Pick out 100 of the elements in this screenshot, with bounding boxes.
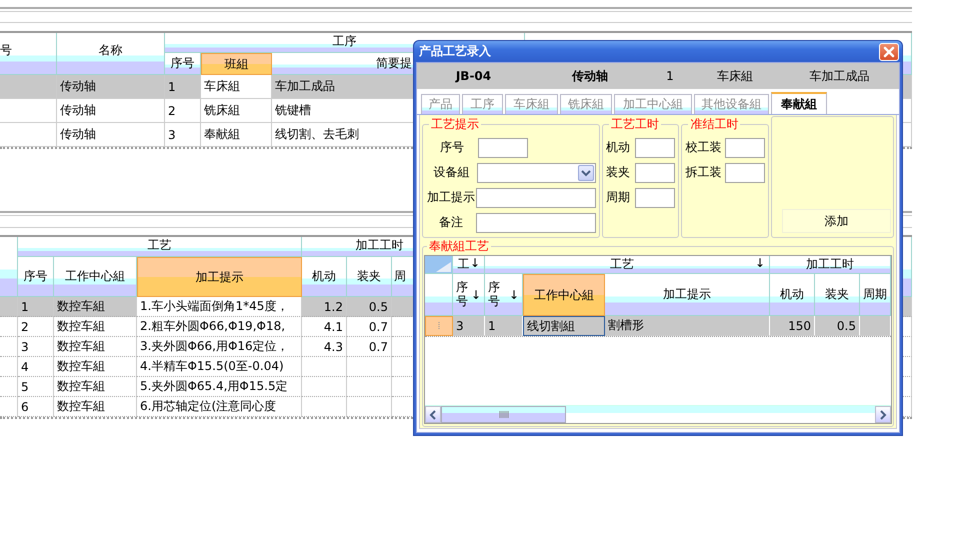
column-group-header[interactable]: 加工工时 [770,256,891,274]
column-group-header[interactable]: 工艺 ↓ [485,256,770,274]
column-header[interactable]: 序号 [165,53,201,75]
column-group-header: 工艺 [18,237,302,257]
field-label: 拆工装 [685,164,722,181]
table-cell: 1.车小头端面倒角1*45度， [137,297,302,317]
select-all-corner[interactable] [425,256,453,274]
table-cell: 数控车組 [54,297,137,317]
table-cell: 6 [18,397,54,417]
tab[interactable]: 奉献組 [771,92,827,114]
info-text: 车加工成品 [808,68,870,84]
column-header[interactable]: 装夹 [347,257,392,297]
sort-arrow[interactable]: ↓ [754,256,765,270]
table-cell: 150 [770,316,815,336]
table-cell: 1 [18,297,54,317]
chevron-right-icon [879,410,887,420]
input-field[interactable] [635,188,676,208]
table-cell: 数控车組 [54,317,137,337]
column-header[interactable] [425,274,453,316]
scroll-thumb[interactable] [441,406,566,423]
input-field[interactable] [478,138,528,158]
table-cell: 铣床組 [201,99,272,123]
input-field[interactable] [724,162,765,182]
table-cell: 数控车組 [54,397,137,417]
column-header[interactable]: 班組 [201,53,272,75]
grip-icon [498,411,508,418]
table-cell: 4.1 [302,317,347,337]
table-cell: 3 [165,123,201,147]
table-cell: 数控车組 [54,377,137,397]
input-field[interactable] [476,212,596,232]
input-field[interactable] [635,162,676,182]
table-cell: 3 [18,337,54,357]
table-cell: 4 [18,357,54,377]
table-cell: 2.粗车外圆Φ66,Φ19,Φ18, [137,317,302,337]
field-label: 装夹 [606,164,631,181]
dropdown-field[interactable] [477,162,596,182]
column-header[interactable]: 加工提示 [137,257,302,297]
table-cell: 3.夹外圆Φ66,用Φ16定位， [137,337,302,357]
info-text: 车床組 [716,68,754,84]
sort-arrow[interactable]: ↓ [470,288,481,302]
table-cell: 5.夹外圆Φ65.4,用Φ15.5定 [137,377,302,397]
field-label: 加工提示 [426,189,476,206]
sort-arrow[interactable]: ↓ [470,256,480,270]
column-header[interactable]: 号 [0,33,57,75]
horizontal-scrollbar[interactable] [425,405,891,423]
chevron-down-icon [580,168,591,176]
column-header[interactable]: 工作中心組 [54,257,137,297]
info-text: 1 [665,69,675,83]
table-cell: 0.5 [347,297,392,317]
table-cell: 数控车組 [54,357,137,377]
table-cell: 4.半精车Φ15.5(0至-0.04) [137,357,302,377]
group-title: 工艺工时 [610,116,660,133]
column-header[interactable]: 机动 [770,274,815,316]
column-header[interactable]: 工作中心組 [523,274,605,316]
close-button[interactable] [879,42,899,60]
sort-arrow[interactable]: ↓ [508,288,519,302]
table-cell [302,357,347,377]
add-button[interactable]: 添加 [782,209,891,233]
table-cell: 割槽形 [605,316,770,336]
scroll-right-button[interactable] [875,406,891,423]
column-header[interactable]: 周期 [860,274,891,316]
table-cell: 传动轴 [57,75,165,99]
table-cell: 6.用芯轴定位(注意同心度 [137,397,302,417]
column-group-header[interactable]: 工↓ [453,256,485,274]
table-cell: 1.2 [302,297,347,317]
table-cell: 4.3 [302,337,347,357]
group-title: 准结工时 [689,116,740,133]
column-header[interactable]: 名称 [57,33,165,75]
field-label: 校工装 [685,139,722,156]
column-header[interactable]: 装夹 [815,274,860,316]
dropdown-button[interactable] [578,164,594,180]
row-indicator[interactable] [425,316,453,336]
table-cell: 1 [485,316,523,336]
table-cell: 2 [165,99,201,123]
field-label: 周期 [606,189,631,206]
table-cell: 3 [453,316,485,336]
input-field[interactable] [476,188,596,208]
field-label: 设备組 [432,164,471,181]
table-cell: 2 [18,317,54,337]
table-cell: 数控车組 [54,337,137,357]
column-header[interactable]: 加工提示 [605,274,770,316]
table-cell: 奉献組 [201,123,272,147]
table-cell: 车床組 [201,75,272,99]
close-icon [883,46,895,58]
info-text: 传动轴 [570,68,609,84]
scroll-left-button[interactable] [425,406,441,423]
field-label: 备注 [438,214,464,231]
table-cell: 传动轴 [57,99,165,123]
input-field[interactable] [724,138,765,158]
column-header[interactable]: 机动 [302,257,347,297]
table-cell: 0.7 [347,337,392,357]
table-cell: 1 [165,75,201,99]
table-cell: 传动轴 [57,123,165,147]
table-cell: 线切割組 [523,316,605,336]
input-field[interactable] [635,138,676,158]
table-cell: 0.7 [347,317,392,337]
table-cell [302,377,347,397]
column-header[interactable]: 序号 [18,257,54,297]
column-header[interactable] [0,237,18,297]
field-label: 机动 [606,139,631,156]
